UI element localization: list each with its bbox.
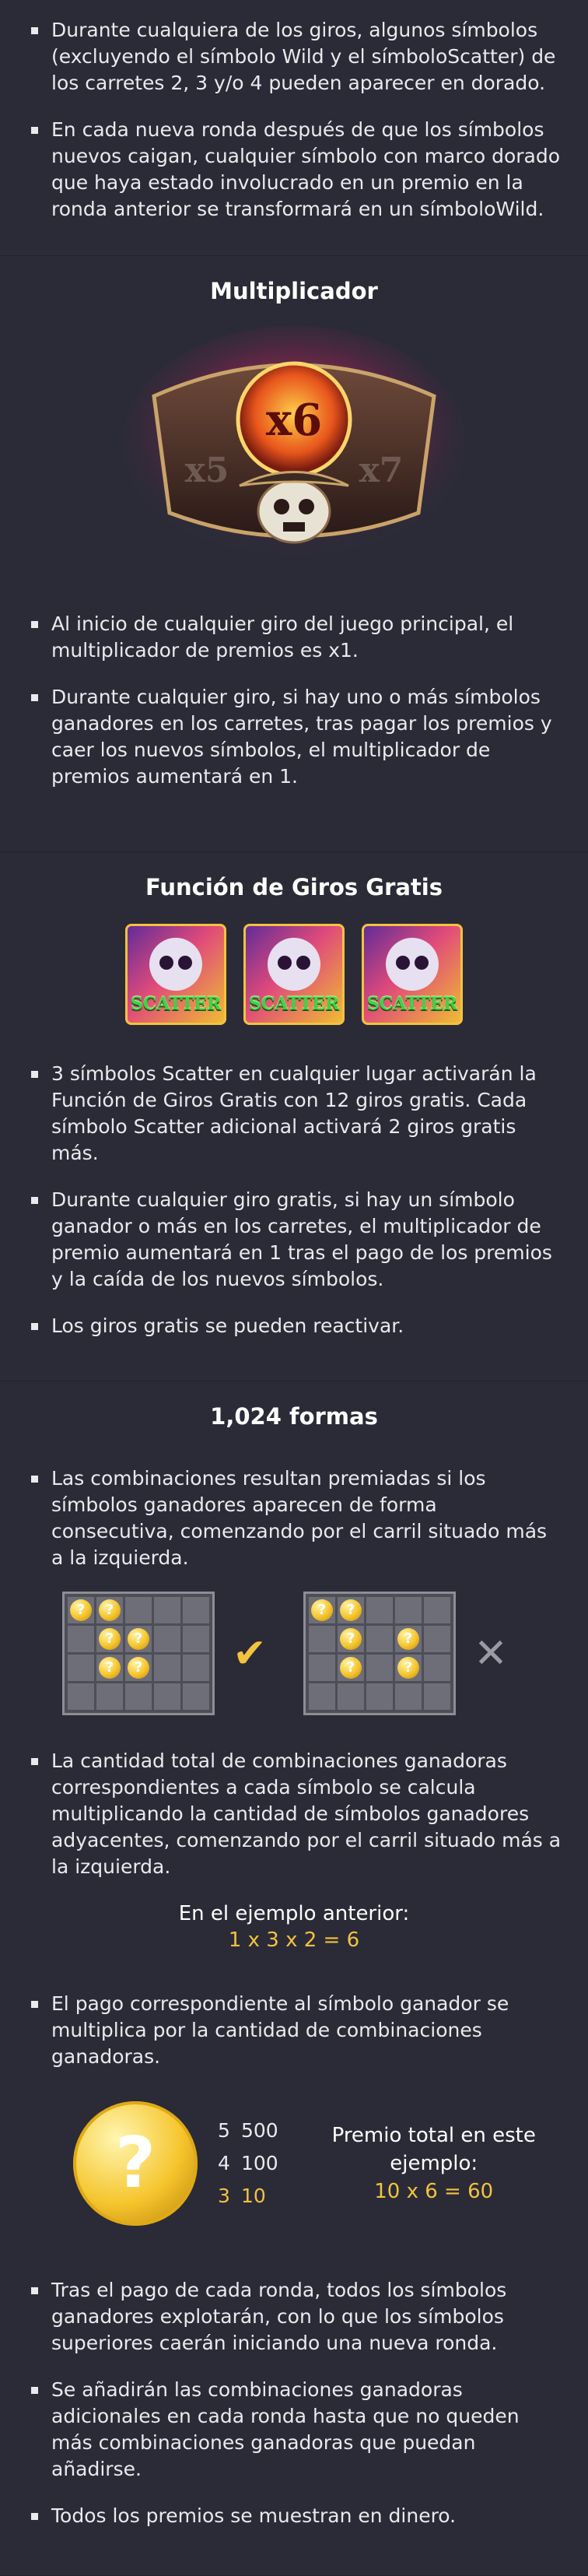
total-prize-formula: 10 x 6 = 60 (374, 2180, 494, 2203)
rule-item: Las combinaciones resultan premiadas si … (31, 1465, 562, 1571)
coin-symbol: ? (340, 1599, 362, 1621)
rule-item: Durante cualquiera de los giros, algunos… (31, 17, 562, 97)
intro-section: Durante cualquiera de los giros, algunos… (0, 0, 588, 256)
total-prize: Premio total en este ejemplo: 10 x 6 = 6… (325, 2122, 543, 2206)
section-title: Multiplicador (210, 278, 378, 304)
coin-symbol: ? (99, 1657, 121, 1679)
rule-item: Se añadirán las combinaciones ganadoras … (31, 2377, 562, 2483)
ways-section: 1,024 formas Las combinaciones resultan … (0, 1381, 588, 2576)
scatter-label: SCATTER (366, 994, 458, 1014)
paytable-row: 4 100 (218, 2152, 278, 2174)
multiplier-rules-list: Al inicio de cualquier giro del juego pr… (0, 611, 588, 790)
multiplier-section: Multiplicador x6 x5 x7 Al inicio de cual… (0, 256, 588, 852)
multiplier-center-value: x6 (266, 395, 322, 446)
invalid-combination-grid: ? ? ? ? ? ? (303, 1592, 456, 1715)
ways-example-grids: ? ? ? ? ? ? ✔ ? ? ? ? ? ? ✕ (0, 1592, 588, 1715)
rule-item: Todos los premios se muestran en dinero. (31, 2503, 562, 2529)
rule-item: Los giros gratis se pueden reactivar. (31, 1313, 562, 1339)
rule-item: Durante cualquier giro, si hay uno o más… (31, 684, 562, 790)
coin-symbol: ? (99, 1628, 121, 1650)
free-spins-section: Función de Giros Gratis SCATTER SCATTER … (0, 852, 588, 1381)
cross-icon: ✕ (474, 1630, 508, 1677)
section-title: Función de Giros Gratis (145, 874, 443, 900)
total-prize-label: Premio total en este ejemplo: (331, 2124, 536, 2175)
scatter-label: SCATTER (130, 994, 222, 1014)
scatter-label: SCATTER (248, 994, 340, 1014)
coin-symbol: ? (311, 1599, 333, 1621)
coin-symbol: ? (99, 1599, 121, 1621)
coin-symbol-large: ? (73, 2101, 198, 2226)
ways-rules-list-2: La cantidad total de combinaciones ganad… (0, 1748, 588, 1880)
coin-symbol: ? (128, 1628, 149, 1650)
ways-rules-list: Las combinaciones resultan premiadas si … (0, 1465, 588, 1571)
rule-item: En cada nueva ronda después de que los s… (31, 117, 562, 223)
scatter-symbols-row: SCATTER SCATTER SCATTER (0, 924, 588, 1025)
rule-item: 3 símbolos Scatter en cualquier lugar ac… (31, 1061, 562, 1167)
free-spins-rules-list: 3 símbolos Scatter en cualquier lugar ac… (0, 1061, 588, 1339)
paytable: 5 500 4 100 3 10 (218, 2114, 278, 2213)
scatter-symbol: SCATTER (362, 924, 463, 1025)
section-title: 1,024 formas (210, 1403, 378, 1430)
valid-combination-grid: ? ? ? ? ? ? (62, 1592, 215, 1715)
coin-symbol: ? (397, 1657, 419, 1679)
scatter-symbol: SCATTER (243, 924, 345, 1025)
coin-symbol: ? (340, 1628, 362, 1650)
ways-rules-list-3: El pago correspondiente al símbolo ganad… (0, 1991, 588, 2070)
check-icon: ✔ (233, 1630, 267, 1677)
coin-symbol: ? (70, 1599, 92, 1621)
rule-item: Durante cualquier giro gratis, si hay un… (31, 1187, 562, 1293)
paytable-row-highlighted: 3 10 (218, 2185, 266, 2207)
multiplier-left-value: x5 (185, 451, 229, 490)
multiplier-emblem-icon: x6 x5 x7 (123, 326, 465, 560)
multiplier-illustration: x6 x5 x7 (123, 326, 465, 567)
example-heading: En el ejemplo anterior: (178, 1902, 410, 1925)
coin-symbol: ? (340, 1657, 362, 1679)
multiplier-right-value: x7 (359, 451, 404, 490)
example-formula: 1 x 3 x 2 = 6 (228, 1928, 360, 1952)
scatter-symbol: SCATTER (125, 924, 226, 1025)
rule-item: El pago correspondiente al símbolo ganad… (31, 1991, 562, 2070)
coin-symbol: ? (128, 1657, 149, 1679)
rule-item: Tras el pago de cada ronda, todos los sí… (31, 2277, 562, 2357)
paytable-row: 5 500 (218, 2119, 278, 2142)
ways-rules-list-4: Tras el pago de cada ronda, todos los sí… (0, 2277, 588, 2529)
intro-rules-list: Durante cualquiera de los giros, algunos… (0, 17, 588, 223)
payout-example: ? 5 500 4 100 3 10 Premio total en este eje… (0, 2101, 588, 2226)
coin-symbol: ? (397, 1628, 419, 1650)
rule-item: La cantidad total de combinaciones ganad… (31, 1748, 562, 1880)
rule-item: Al inicio de cualquier giro del juego pr… (31, 611, 562, 664)
